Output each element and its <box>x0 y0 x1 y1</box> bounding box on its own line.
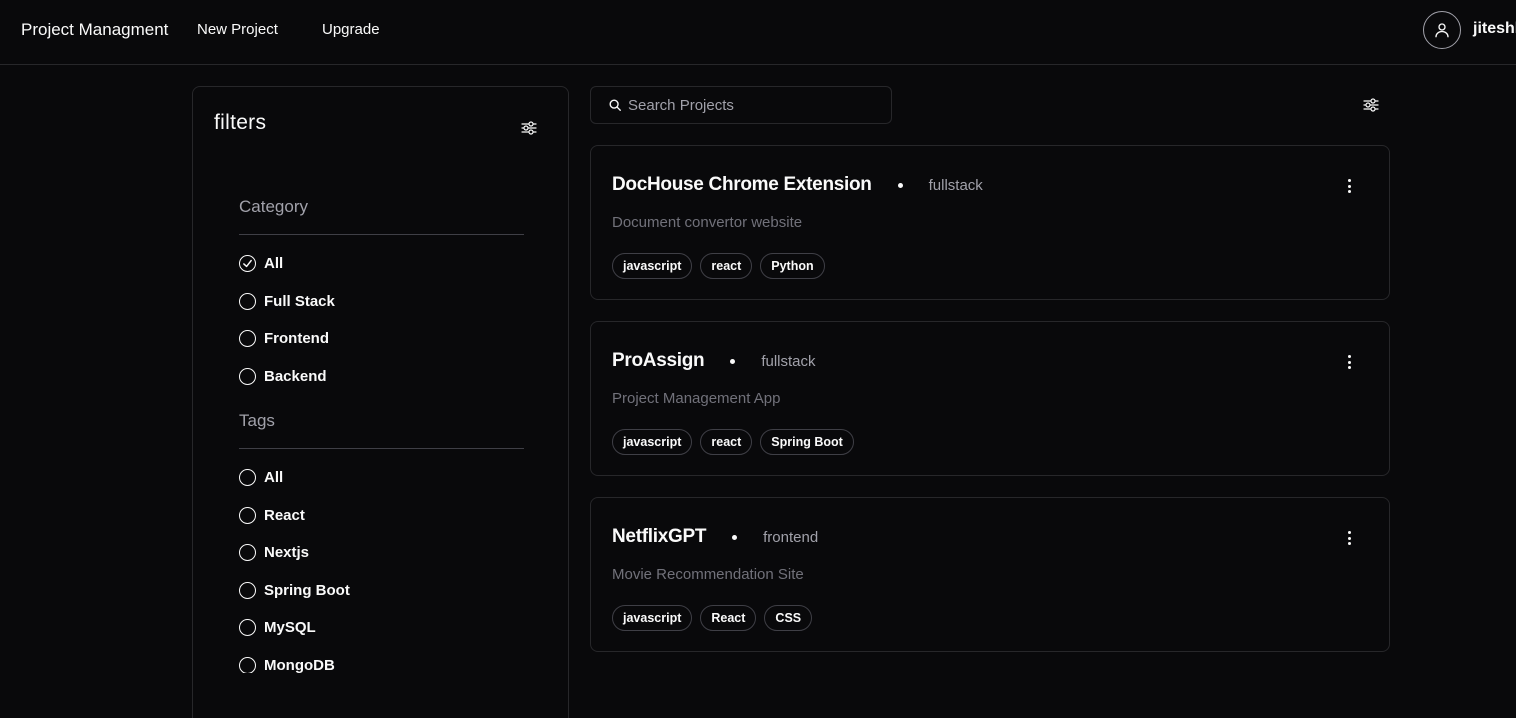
category-option-backend[interactable]: Backend <box>239 358 524 396</box>
sliders-icon[interactable] <box>1363 97 1379 113</box>
tag-options: All React Nextjs Spring Boot MySQL Mongo… <box>239 449 524 673</box>
circle-icon[interactable] <box>239 581 256 599</box>
sliders-icon[interactable] <box>521 120 537 136</box>
project-title[interactable]: ProAssign <box>612 350 705 372</box>
circle-icon[interactable] <box>239 469 256 487</box>
category-option-full-stack[interactable]: Full Stack <box>239 283 524 321</box>
tags-section: Tags All React Nextjs Spring Boot MySQL … <box>239 411 524 673</box>
project-header: DocHouse Chrome Extension fullstack <box>612 174 983 196</box>
filters-panel: filters Category All Full Stack Frontend <box>192 86 569 718</box>
option-label: All <box>264 255 284 273</box>
project-category: fullstack <box>761 352 816 370</box>
nav-new-project[interactable]: New Project <box>197 21 278 38</box>
option-label: Backend <box>264 367 327 385</box>
circle-icon[interactable] <box>239 292 256 310</box>
tag-option-mongodb[interactable]: MongoDB <box>239 647 524 673</box>
tag-badge: javascript <box>612 605 693 631</box>
separator-dot <box>897 182 903 188</box>
filter-scroll-area[interactable]: Category All Full Stack Frontend Backend <box>239 197 524 673</box>
app-brand[interactable]: Project Managment <box>21 20 168 40</box>
category-heading: Category <box>239 197 524 235</box>
check-circle-icon[interactable] <box>239 255 256 273</box>
tag-badge: React <box>700 605 757 631</box>
tag-option-all[interactable]: All <box>239 459 524 497</box>
tag-option-mysql[interactable]: MySQL <box>239 609 524 647</box>
project-card[interactable]: ProAssign fullstack Project Management A… <box>590 321 1390 476</box>
project-category: frontend <box>763 528 819 546</box>
circle-icon[interactable] <box>239 330 256 348</box>
project-card[interactable]: NetflixGPT frontend Movie Recommendation… <box>590 497 1390 652</box>
option-label: Frontend <box>264 330 329 348</box>
category-option-all[interactable]: All <box>239 245 524 283</box>
tag-badge: javascript <box>612 253 693 279</box>
circle-icon[interactable] <box>239 367 256 385</box>
separator-dot <box>730 358 736 364</box>
tag-option-spring-boot[interactable]: Spring Boot <box>239 572 524 610</box>
tag-badge: Python <box>760 253 825 279</box>
circle-icon[interactable] <box>239 544 256 562</box>
user-avatar[interactable] <box>1423 11 1461 49</box>
tag-badge: Spring Boot <box>760 429 854 455</box>
project-category: fullstack <box>928 176 983 194</box>
more-vertical-icon[interactable] <box>1343 176 1355 196</box>
category-options: All Full Stack Frontend Backend <box>239 235 524 395</box>
tag-badge: react <box>700 253 753 279</box>
tag-badge: javascript <box>612 429 693 455</box>
tag-badge: react <box>700 429 753 455</box>
nav-upgrade[interactable]: Upgrade <box>322 21 380 38</box>
circle-icon[interactable] <box>239 619 256 637</box>
tag-badge: CSS <box>764 605 813 631</box>
search-input[interactable] <box>628 96 878 114</box>
search-icon <box>609 99 621 111</box>
option-label: All <box>264 469 284 487</box>
more-vertical-icon[interactable] <box>1343 528 1355 548</box>
option-label: Nextjs <box>264 544 310 562</box>
project-card[interactable]: DocHouse Chrome Extension fullstack Docu… <box>590 145 1390 300</box>
option-label: Full Stack <box>264 292 335 310</box>
category-option-frontend[interactable]: Frontend <box>239 320 524 358</box>
project-tags: javascript react Spring Boot <box>612 429 854 455</box>
search-box <box>590 86 892 124</box>
project-description: Movie Recommendation Site <box>612 566 804 583</box>
project-tags: javascript React CSS <box>612 605 813 631</box>
tag-option-react[interactable]: React <box>239 497 524 535</box>
option-label: React <box>264 506 305 524</box>
project-header: NetflixGPT frontend <box>612 526 818 548</box>
filters-title: filters <box>214 111 267 134</box>
tag-option-nextjs[interactable]: Nextjs <box>239 534 524 572</box>
user-icon <box>1435 23 1449 38</box>
circle-icon[interactable] <box>239 656 256 673</box>
project-description: Document convertor website <box>612 214 803 231</box>
more-vertical-icon[interactable] <box>1343 352 1355 372</box>
project-description: Project Management App <box>612 390 781 407</box>
option-label: Spring Boot <box>264 581 350 599</box>
project-header: ProAssign fullstack <box>612 350 816 372</box>
option-label: MongoDB <box>264 656 335 673</box>
option-label: MySQL <box>264 619 316 637</box>
project-tags: javascript react Python <box>612 253 825 279</box>
project-title[interactable]: DocHouse Chrome Extension <box>612 174 872 196</box>
top-navbar: Project Managment New Project Upgrade ji… <box>0 0 1516 65</box>
username[interactable]: jiteshkum <box>1473 20 1516 38</box>
separator-dot <box>732 534 738 540</box>
project-title[interactable]: NetflixGPT <box>612 526 706 548</box>
circle-icon[interactable] <box>239 506 256 524</box>
tags-heading: Tags <box>239 411 524 449</box>
